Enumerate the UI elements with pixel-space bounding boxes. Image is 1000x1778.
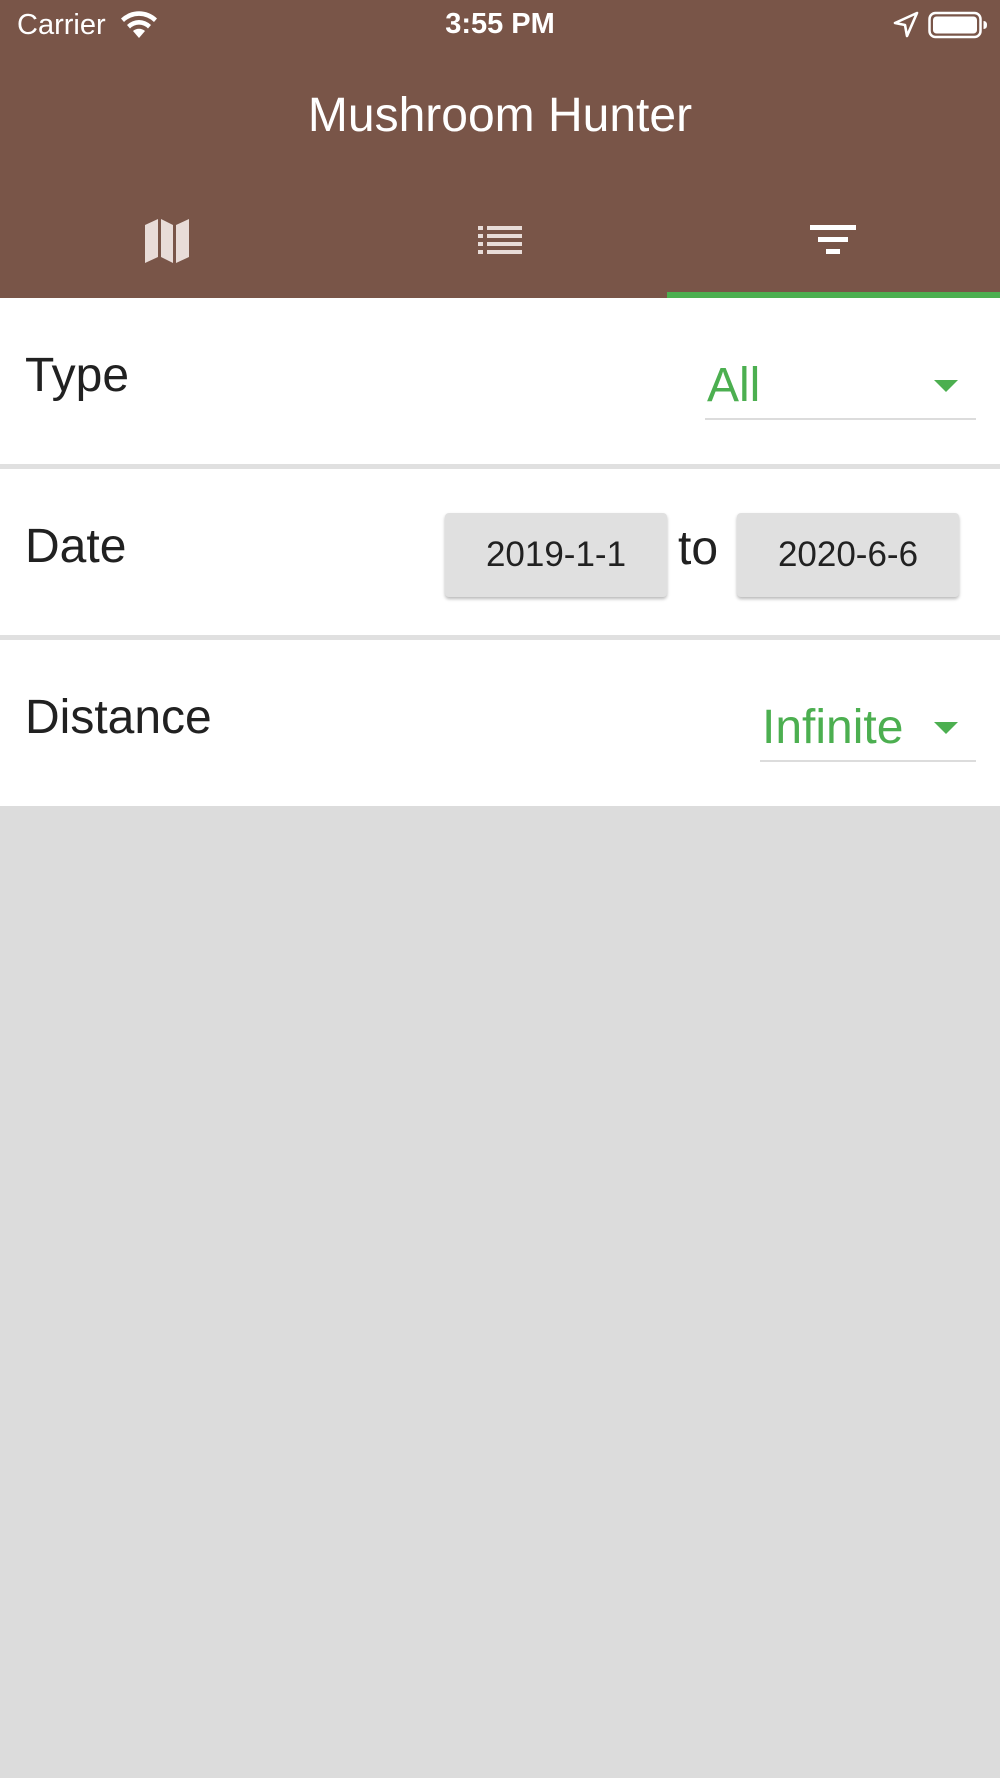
type-dropdown-value: All — [707, 359, 761, 412]
distance-dropdown[interactable]: Infinite — [760, 696, 976, 762]
status-time: 3:55 PM — [445, 8, 555, 40]
type-dropdown[interactable]: All — [705, 354, 976, 420]
distance-filter-row: Distance Infinite — [0, 640, 1000, 806]
status-bar: Carrier 3:55 PM — [0, 0, 1000, 50]
filter-icon — [810, 225, 857, 254]
type-label: Type — [25, 349, 130, 402]
type-filter-row: Type All — [0, 298, 1000, 464]
app-title: Mushroom Hunter — [307, 89, 693, 142]
tab-list[interactable] — [333, 192, 666, 298]
dropdown-arrow-icon — [934, 380, 958, 392]
date-range-separator: to — [678, 522, 719, 575]
start-date-button[interactable]: 2019-1-1 — [445, 513, 667, 597]
battery-icon — [928, 11, 987, 39]
location-arrow-icon — [893, 11, 919, 38]
tab-map[interactable] — [0, 192, 333, 298]
date-filter-row: Date 2019-1-1 to 2020-6-6 — [0, 469, 1000, 635]
dropdown-arrow-icon — [934, 722, 958, 734]
tab-filter[interactable] — [666, 192, 1000, 298]
distance-dropdown-value: Infinite — [762, 701, 904, 754]
tab-bar — [0, 192, 1000, 298]
app-bar: Carrier 3:55 PM Mushroom Hunter — [0, 0, 1000, 298]
map-icon — [144, 219, 189, 263]
distance-label: Distance — [25, 691, 212, 744]
end-date-button[interactable]: 2020-6-6 — [737, 513, 959, 597]
filter-panel: Type All Date 2019-1-1 to 2020-6-6 Dista… — [0, 298, 1000, 806]
list-icon — [477, 226, 522, 254]
date-label: Date — [25, 520, 127, 573]
